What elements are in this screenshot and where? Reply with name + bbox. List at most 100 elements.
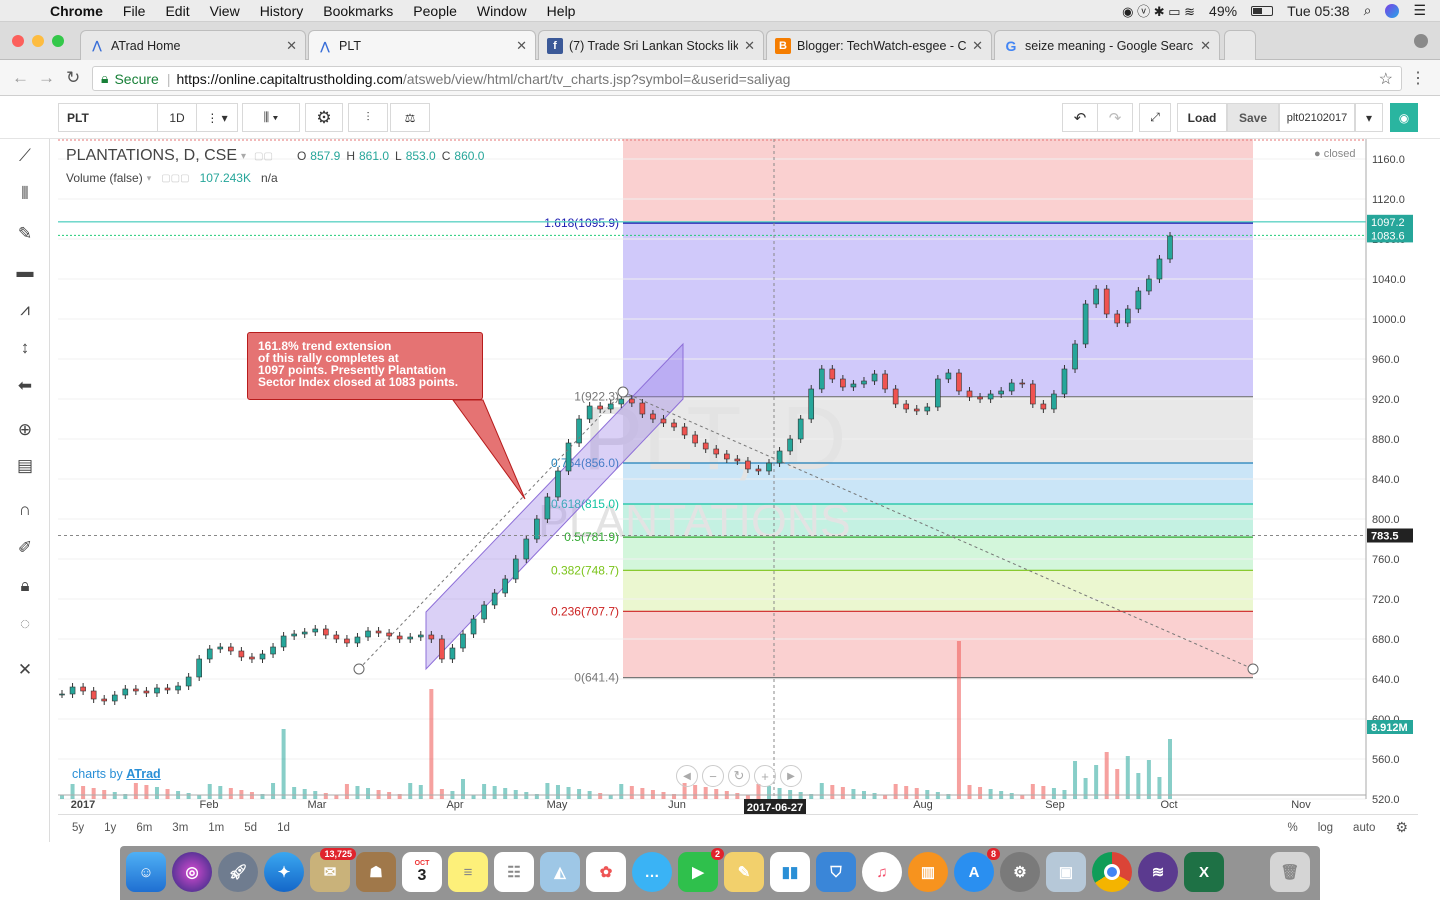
text-callout-tool-icon[interactable]: ▬ <box>10 257 40 287</box>
tab-blogger[interactable]: B Blogger: TechWatch-esgee - C ✕ <box>766 30 992 60</box>
keynote-icon[interactable]: ⛉ <box>816 852 856 892</box>
status-icons[interactable]: ◉ ⓥ ✱ ▭ ≋ <box>1122 1 1195 20</box>
close-tab-icon[interactable]: ✕ <box>516 38 527 54</box>
scroll-left-icon[interactable]: ◀ <box>676 765 698 787</box>
menu-app-name[interactable]: Chrome <box>40 3 113 19</box>
zoom-out-icon[interactable]: − <box>702 765 724 787</box>
zoom-window-icon[interactable] <box>52 35 64 47</box>
snapshot-camera-icon[interactable]: ◉ <box>1390 103 1418 132</box>
chrome-menu-icon[interactable]: ⋮ <box>1410 68 1426 88</box>
range-1d[interactable]: 1d <box>267 822 300 834</box>
reminders-icon[interactable]: ☷ <box>494 852 534 892</box>
safari-icon[interactable]: ✦ <box>264 852 304 892</box>
volume-dropdown-icon[interactable]: ▾ <box>147 173 152 184</box>
range-1m[interactable]: 1m <box>198 822 234 834</box>
magnet-tool-icon[interactable]: ∩ <box>10 495 40 525</box>
notification-center-icon[interactable]: ☰ <box>1413 2 1426 19</box>
range-1y[interactable]: 1y <box>94 822 126 834</box>
interval-select[interactable]: 1D <box>157 103 197 132</box>
ruler-tool-icon[interactable]: ▤ <box>10 451 40 481</box>
menu-window[interactable]: Window <box>467 3 537 19</box>
menu-bookmarks[interactable]: Bookmarks <box>313 3 403 19</box>
load-button[interactable]: Load <box>1177 103 1227 132</box>
app-store-icon[interactable]: A8 <box>954 848 1000 892</box>
siri-dock-icon[interactable]: ◎ <box>172 852 212 892</box>
chart-style-button[interactable]: ⫼ ▾ <box>242 103 300 132</box>
battery-icon[interactable] <box>1251 5 1274 16</box>
contacts-icon[interactable]: ☗ <box>356 852 396 892</box>
menu-edit[interactable]: Edit <box>155 3 199 19</box>
price-axis[interactable]: 1160.01120.01080.01040.01000.0960.0920.0… <box>1365 139 1413 806</box>
preview-icon[interactable]: ▣ <box>1046 852 1086 892</box>
tab-atrad-home[interactable]: ⋀ ATrad Home ✕ <box>80 30 306 60</box>
tab-plt[interactable]: ⋀ PLT ✕ <box>308 30 536 61</box>
range-3m[interactable]: 3m <box>162 822 198 834</box>
finder-icon[interactable]: ☺ <box>126 852 166 892</box>
redo-icon[interactable]: ↷ <box>1097 103 1133 132</box>
symbol-input[interactable]: PLT <box>58 103 158 132</box>
undo-icon[interactable]: ↶ <box>1062 103 1098 132</box>
indicators-icon[interactable]: ⫶ <box>348 103 388 132</box>
percent-scale-toggle[interactable]: % <box>1277 822 1307 834</box>
launchpad-icon[interactable]: 🚀︎ <box>218 852 258 892</box>
url-bar[interactable]: 🔒︎ Secure | https://online.capitaltrusth… <box>92 66 1402 91</box>
menu-view[interactable]: View <box>200 3 250 19</box>
close-tab-icon[interactable]: ✕ <box>286 38 297 54</box>
mail-icon[interactable]: ✉ 13,725 <box>310 848 356 892</box>
close-tab-icon[interactable]: ✕ <box>744 38 755 54</box>
numbers-icon[interactable]: ▮▮ <box>770 852 810 892</box>
lock-drawings-icon[interactable]: 🔒︎ <box>10 571 40 601</box>
new-tab-button[interactable] <box>1224 30 1256 60</box>
arrow-tool-icon[interactable]: ⬅ <box>10 371 40 401</box>
range-5d[interactable]: 5d <box>234 822 267 834</box>
scroll-right-icon[interactable]: ▶ <box>780 765 802 787</box>
excel-icon[interactable]: X <box>1184 852 1224 892</box>
hide-drawings-icon[interactable]: ◌ <box>10 609 40 639</box>
reload-icon[interactable]: ↻ <box>66 68 80 88</box>
range-5y[interactable]: 5y <box>62 822 94 834</box>
bookmark-star-icon[interactable]: ☆ <box>1379 69 1393 89</box>
pitchfork-tool-icon[interactable]: ⫴ <box>10 179 40 209</box>
log-scale-toggle[interactable]: log <box>1308 822 1343 834</box>
menu-people[interactable]: People <box>403 3 467 19</box>
trend-line-tool-icon[interactable]: ⟋ <box>10 141 40 171</box>
price-chart[interactable]: PLT, D PLANTATIONS 1.618(1095.9)1(922.3)… <box>58 139 1440 814</box>
fullscreen-icon[interactable]: ⤢ <box>1139 103 1171 132</box>
zoom-in-icon[interactable]: + <box>754 765 776 787</box>
forward-icon[interactable]: → <box>38 68 55 88</box>
range-6m[interactable]: 6m <box>126 822 162 834</box>
spotlight-icon[interactable]: ⌕ <box>1364 2 1372 19</box>
measure-tool-icon[interactable]: ↕ <box>10 333 40 363</box>
facetime-icon[interactable]: ▶ 2 <box>678 848 724 892</box>
menu-help[interactable]: Help <box>537 3 586 19</box>
minimize-window-icon[interactable] <box>32 35 44 47</box>
calendar-icon[interactable]: OCT 3 <box>402 852 442 892</box>
pattern-tool-icon[interactable]: ⩘ <box>10 295 40 325</box>
stay-in-drawing-mode-icon[interactable]: ✐ <box>10 533 40 563</box>
notes-icon[interactable]: ≡ <box>448 852 488 892</box>
volume-settings-icon[interactable]: ▢▢▢ <box>161 173 189 184</box>
itunes-icon[interactable]: ♫ <box>862 852 902 892</box>
menu-file[interactable]: File <box>113 3 156 19</box>
trash-icon[interactable]: 🗑︎ <box>1270 852 1310 892</box>
tab-facebook[interactable]: f (7) Trade Sri Lankan Stocks lik ✕ <box>538 30 764 60</box>
zoom-in-tool-icon[interactable]: ⊕ <box>10 415 40 445</box>
save-button[interactable]: Save <box>1227 103 1279 132</box>
profile-icon[interactable] <box>1414 34 1428 48</box>
annotation-callout[interactable]: 161.8% trend extension of this rally com… <box>247 332 483 400</box>
legend-dropdown-icon[interactable]: ▾ <box>241 151 246 162</box>
auto-scale-toggle[interactable]: auto <box>1343 822 1385 834</box>
close-tab-icon[interactable]: ✕ <box>1200 38 1211 54</box>
airdrop-icon[interactable]: ≋ <box>1138 852 1178 892</box>
system-preferences-icon[interactable]: ⚙ <box>1000 852 1040 892</box>
siri-icon[interactable] <box>1385 3 1400 18</box>
menu-history[interactable]: History <box>250 3 314 19</box>
layout-name[interactable]: plt02102017 <box>1279 103 1355 132</box>
axis-settings-gear-icon[interactable]: ⚙ <box>1385 819 1418 836</box>
remove-drawings-icon[interactable]: ✕ <box>10 655 40 685</box>
interval-more-button[interactable]: ⋮ ▾ <box>196 103 238 132</box>
photos-icon[interactable]: ✿ <box>586 852 626 892</box>
messages-icon[interactable]: … <box>632 852 672 892</box>
brush-tool-icon[interactable]: ✎ <box>10 219 40 249</box>
settings-gear-icon[interactable]: ⚙ <box>305 103 343 132</box>
